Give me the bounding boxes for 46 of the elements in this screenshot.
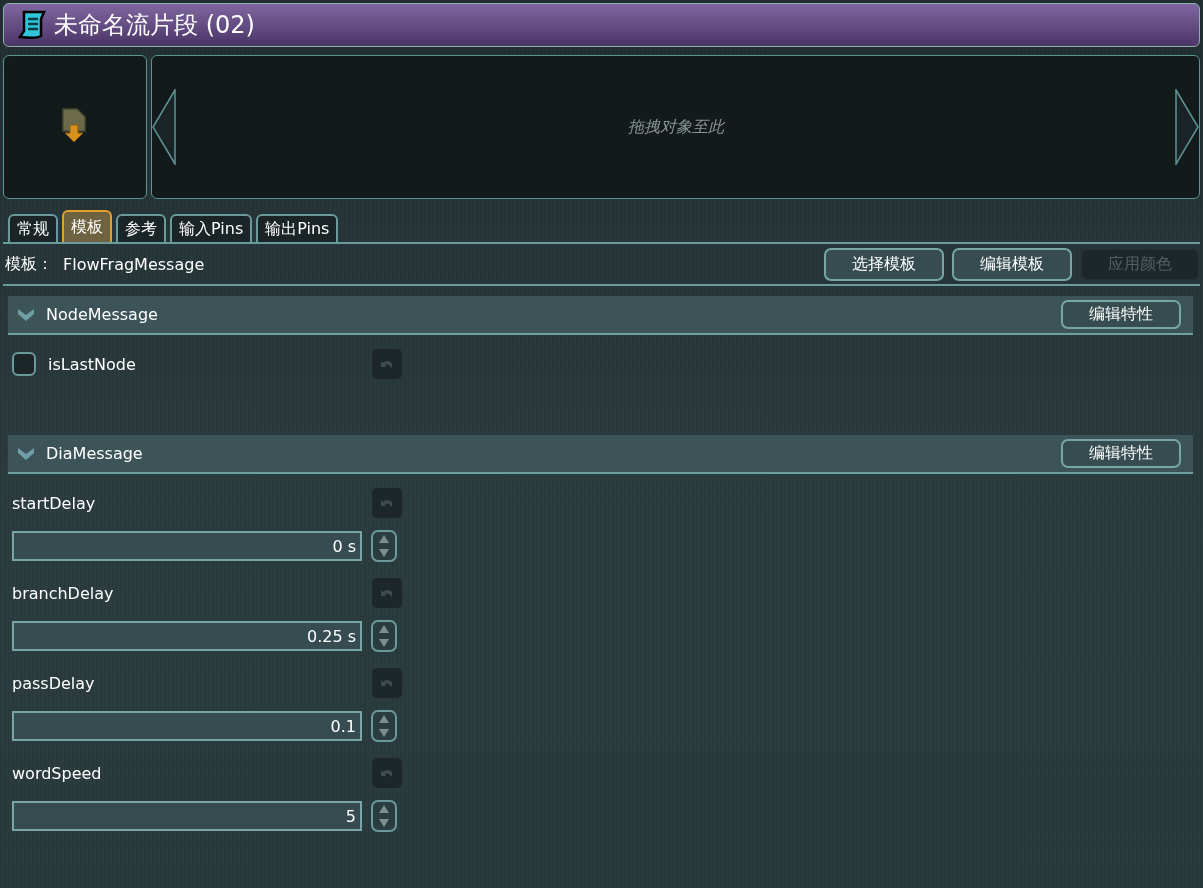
tab[interactable]: 模板 — [62, 210, 112, 242]
property-label: startDelay — [12, 493, 96, 513]
template-button[interactable]: 编辑模板 — [952, 247, 1072, 281]
number-field[interactable]: 0.1 — [12, 711, 362, 741]
scroll-icon — [16, 9, 48, 41]
property-label: wordSpeed — [12, 763, 102, 783]
section-title: DiaMessage — [46, 444, 143, 463]
section-header[interactable]: NodeMessage 编辑特性 — [8, 296, 1193, 335]
section-header[interactable]: DiaMessage 编辑特性 — [8, 435, 1193, 474]
number-field[interactable]: 0 s — [12, 531, 362, 561]
spinner-button[interactable] — [371, 620, 397, 652]
drop-hint: 拖拽对象至此 — [627, 116, 724, 138]
spinner-button[interactable] — [371, 530, 397, 562]
template-button[interactable]: 选择模板 — [824, 247, 944, 281]
scroll-right-icon[interactable] — [1175, 89, 1199, 165]
section-title: NodeMessage — [46, 305, 158, 324]
chevron-icon[interactable] — [18, 447, 34, 460]
undo-icon — [380, 359, 394, 369]
tab[interactable]: 常规 — [8, 214, 58, 242]
tab[interactable]: 输出Pins — [256, 214, 339, 242]
scroll-left-icon[interactable] — [152, 89, 176, 165]
undo-icon — [380, 678, 394, 688]
number-field[interactable]: 5 — [12, 801, 362, 831]
template-label: 模板： — [5, 253, 53, 275]
spinner-button[interactable] — [371, 800, 397, 832]
template-name: FlowFragMessage — [63, 254, 205, 274]
chevron-icon[interactable] — [18, 308, 34, 321]
up-down-arrows-icon — [379, 804, 389, 828]
spinner-button[interactable] — [371, 710, 397, 742]
property-label: passDelay — [12, 673, 95, 693]
property-label: isLastNode — [48, 354, 136, 374]
up-down-arrows-icon — [379, 624, 389, 648]
up-down-arrows-icon — [379, 714, 389, 738]
undo-icon — [380, 498, 394, 508]
window-title: 未命名流片段 (02) — [54, 10, 255, 41]
tab[interactable]: 参考 — [116, 214, 166, 242]
tab[interactable]: 输入Pins — [170, 214, 253, 242]
edit-properties-button[interactable]: 编辑特性 — [1061, 439, 1181, 468]
edit-properties-button[interactable]: 编辑特性 — [1061, 300, 1181, 329]
undo-icon — [380, 588, 394, 598]
up-down-arrows-icon — [379, 534, 389, 558]
number-field[interactable]: 0.25 s — [12, 621, 362, 651]
undo-icon — [380, 768, 394, 778]
drop-zone[interactable]: 拖拽对象至此 — [151, 55, 1200, 199]
checkbox[interactable] — [12, 352, 36, 376]
property-label: branchDelay — [12, 583, 114, 603]
